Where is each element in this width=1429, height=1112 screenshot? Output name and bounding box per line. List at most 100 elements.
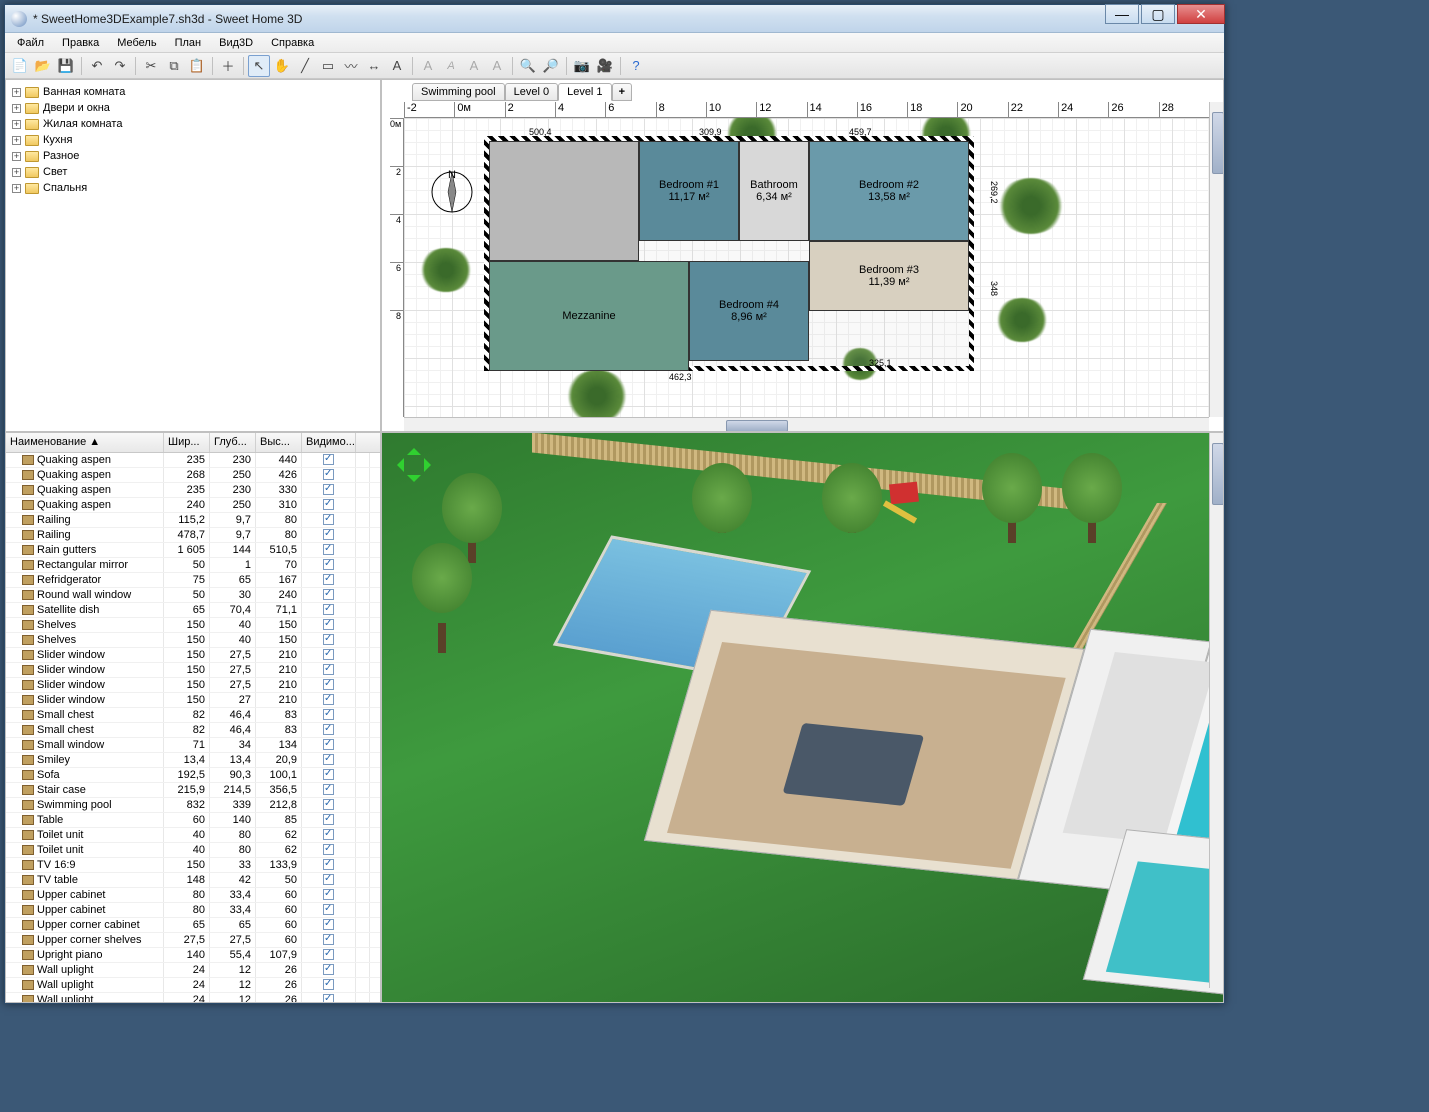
maximize-button[interactable]: ▢ — [1141, 4, 1175, 24]
table-row[interactable]: Toilet unit408062 — [6, 828, 380, 843]
visible-checkbox[interactable] — [323, 889, 334, 900]
arrow-up-icon[interactable] — [407, 441, 421, 455]
visible-checkbox[interactable] — [323, 514, 334, 525]
column-header[interactable]: Шир... — [164, 433, 210, 452]
arrow-left-icon[interactable] — [390, 458, 404, 472]
table-row[interactable]: Round wall window5030240 — [6, 588, 380, 603]
visible-checkbox[interactable] — [323, 799, 334, 810]
visible-checkbox[interactable] — [323, 829, 334, 840]
help-icon[interactable]: ? — [625, 55, 647, 77]
table-row[interactable]: Slider window15027210 — [6, 693, 380, 708]
room[interactable] — [489, 141, 639, 261]
visible-checkbox[interactable] — [323, 784, 334, 795]
table-row[interactable]: Rectangular mirror50170 — [6, 558, 380, 573]
visible-checkbox[interactable] — [323, 469, 334, 480]
expand-icon[interactable]: + — [12, 120, 21, 129]
catalog-item[interactable]: +Разное — [10, 148, 376, 164]
visible-checkbox[interactable] — [323, 754, 334, 765]
nav3d-control[interactable] — [390, 441, 438, 489]
visible-checkbox[interactable] — [323, 559, 334, 570]
column-header[interactable]: Наименование ▲ — [6, 433, 164, 452]
visible-checkbox[interactable] — [323, 964, 334, 975]
horizontal-scrollbar[interactable] — [404, 417, 1209, 431]
expand-icon[interactable]: + — [12, 104, 21, 113]
visible-checkbox[interactable] — [323, 874, 334, 885]
wall-tool-icon[interactable]: ╱ — [294, 55, 316, 77]
save-icon[interactable]: 💾 — [55, 55, 77, 77]
table-row[interactable]: Slider window15027,5210 — [6, 648, 380, 663]
column-header[interactable]: Выс... — [256, 433, 302, 452]
text-tool-icon[interactable]: A — [386, 55, 408, 77]
photo-icon[interactable]: 📷 — [571, 55, 593, 77]
table-row[interactable]: Upper corner cabinet656560 — [6, 918, 380, 933]
table-row[interactable]: Quaking aspen235230330 — [6, 483, 380, 498]
room-bathroom[interactable]: Bathroom6,34 м² — [739, 141, 809, 241]
close-button[interactable]: ✕ — [1177, 4, 1225, 24]
visible-checkbox[interactable] — [323, 649, 334, 660]
select-tool-icon[interactable]: ↖ — [248, 55, 270, 77]
table-row[interactable]: Satellite dish6570,471,1 — [6, 603, 380, 618]
vertical-scrollbar-3d[interactable] — [1209, 433, 1223, 988]
table-row[interactable]: Table6014085 — [6, 813, 380, 828]
visible-checkbox[interactable] — [323, 499, 334, 510]
catalog-item[interactable]: +Ванная комната — [10, 84, 376, 100]
table-row[interactable]: Railing115,29,780 — [6, 513, 380, 528]
table-row[interactable]: Refridgerator7565167 — [6, 573, 380, 588]
visible-checkbox[interactable] — [323, 694, 334, 705]
add-furniture-icon[interactable]: ＋ — [217, 55, 239, 77]
table-row[interactable]: Upright piano14055,4107,9 — [6, 948, 380, 963]
catalog-item[interactable]: +Свет — [10, 164, 376, 180]
visible-checkbox[interactable] — [323, 454, 334, 465]
visible-checkbox[interactable] — [323, 724, 334, 735]
cut-icon[interactable]: ✂ — [140, 55, 162, 77]
add-level-button[interactable]: + — [612, 83, 632, 101]
visible-checkbox[interactable] — [323, 949, 334, 960]
expand-icon[interactable]: + — [12, 88, 21, 97]
vertical-scrollbar[interactable] — [1209, 102, 1223, 417]
table-row[interactable]: Rain gutters1 605144510,5 — [6, 543, 380, 558]
arrow-down-icon[interactable] — [407, 475, 421, 489]
table-row[interactable]: TV 16:915033133,9 — [6, 858, 380, 873]
column-header[interactable]: Глуб... — [210, 433, 256, 452]
expand-icon[interactable]: + — [12, 152, 21, 161]
table-row[interactable]: Small chest8246,483 — [6, 708, 380, 723]
room-bedroom1[interactable]: Bedroom #111,17 м² — [639, 141, 739, 241]
visible-checkbox[interactable] — [323, 604, 334, 615]
table-row[interactable]: Slider window15027,5210 — [6, 663, 380, 678]
table-row[interactable]: Wall uplight241226 — [6, 978, 380, 993]
table-row[interactable]: Small window7134134 — [6, 738, 380, 753]
table-row[interactable]: Sofa192,590,3100,1 — [6, 768, 380, 783]
menu-вид3d[interactable]: Вид3D — [211, 35, 261, 51]
visible-checkbox[interactable] — [323, 769, 334, 780]
expand-icon[interactable]: + — [12, 168, 21, 177]
room-tool-icon[interactable]: ▭ — [317, 55, 339, 77]
table-row[interactable]: Quaking aspen268250426 — [6, 468, 380, 483]
visible-checkbox[interactable] — [323, 814, 334, 825]
room-mezzanine[interactable]: Mezzanine — [489, 261, 689, 371]
open-icon[interactable]: 📂 — [32, 55, 54, 77]
paste-icon[interactable]: 📋 — [186, 55, 208, 77]
column-header[interactable]: Видимо... — [302, 433, 356, 452]
expand-icon[interactable]: + — [12, 184, 21, 193]
text-italic-icon[interactable]: A — [440, 55, 462, 77]
new-icon[interactable]: 📄 — [9, 55, 31, 77]
polyline-tool-icon[interactable]: 〰 — [340, 55, 362, 77]
visible-checkbox[interactable] — [323, 679, 334, 690]
view3d-pane[interactable] — [381, 432, 1224, 1003]
visible-checkbox[interactable] — [323, 919, 334, 930]
table-row[interactable]: Small chest8246,483 — [6, 723, 380, 738]
table-row[interactable]: Shelves15040150 — [6, 618, 380, 633]
catalog-item[interactable]: +Жилая комната — [10, 116, 376, 132]
visible-checkbox[interactable] — [323, 664, 334, 675]
text-dec-icon[interactable]: A — [486, 55, 508, 77]
room-bedroom4[interactable]: Bedroom #48,96 м² — [689, 261, 809, 361]
text-inc-icon[interactable]: A — [463, 55, 485, 77]
visible-checkbox[interactable] — [323, 994, 334, 1002]
plan-tab[interactable]: Level 1 — [558, 83, 611, 101]
visible-checkbox[interactable] — [323, 739, 334, 750]
undo-icon[interactable]: ↶ — [86, 55, 108, 77]
plan-canvas[interactable]: N 500,4 309,9 459,7 269,2 348 462,3 325,… — [404, 118, 1209, 417]
menu-справка[interactable]: Справка — [263, 35, 322, 51]
visible-checkbox[interactable] — [323, 979, 334, 990]
table-row[interactable]: TV table1484250 — [6, 873, 380, 888]
